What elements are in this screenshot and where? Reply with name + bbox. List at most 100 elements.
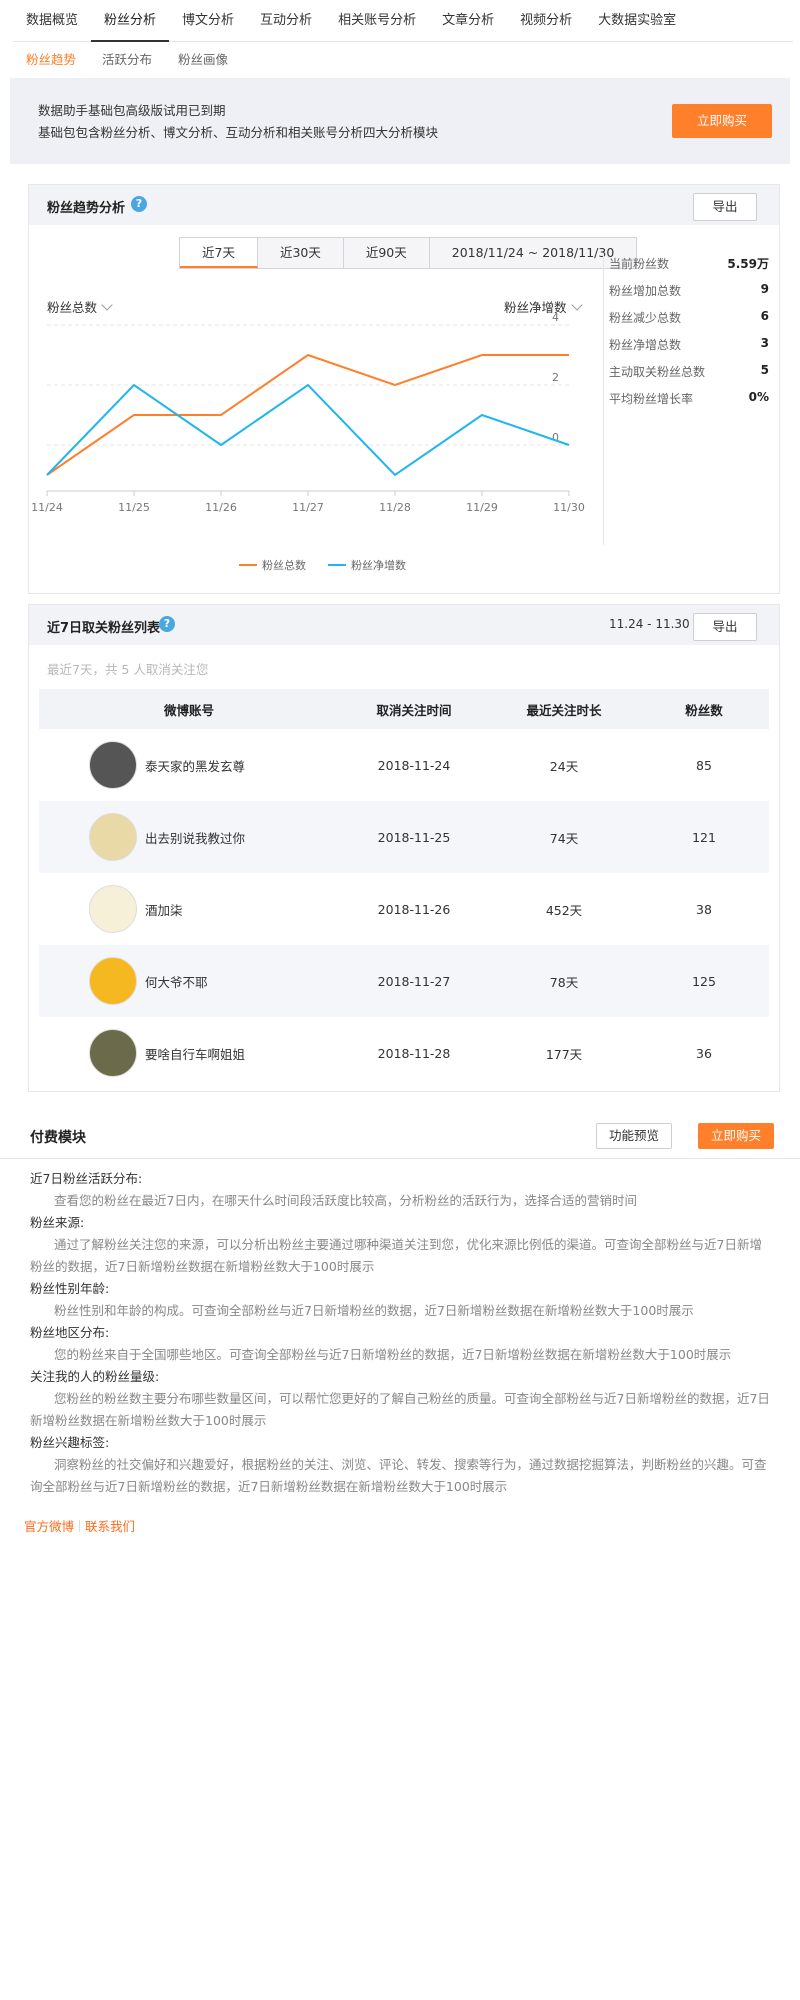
nav-tab[interactable]: 文章分析: [429, 0, 507, 42]
account-name[interactable]: 何大爷不耶: [145, 972, 208, 991]
feature-preview-button[interactable]: 功能预览: [596, 1123, 672, 1149]
official-weibo-link[interactable]: 官方微博: [24, 1516, 74, 1535]
paid-feature-desc: 您粉丝的粉丝数主要分布哪些数量区间，可以帮忙您更好的了解自己粉丝的质量。可查询全…: [30, 1391, 770, 1428]
series-line: [46, 383, 570, 477]
paid-feature-title: 粉丝性别年龄:: [30, 1281, 110, 1296]
follow-duration: 24天: [549, 758, 579, 774]
top-nav: 数据概览 粉丝分析 博文分析 互动分析 相关账号分析 文章分析 视频分析 大数据实验室: [13, 0, 793, 42]
fans-count: 121: [692, 829, 716, 845]
x-tick-label: 11/30: [553, 501, 585, 514]
nav-tab[interactable]: 大数据实验室: [585, 0, 689, 42]
unfollow-time: 2018-11-24: [377, 757, 451, 773]
avatar[interactable]: [89, 741, 137, 789]
nav-tab[interactable]: 数据概览: [13, 0, 91, 42]
x-tick-label: 11/25: [118, 501, 150, 514]
unfollow-table: 微博账号 取消关注时间 最近关注时长 粉丝数 泰天家的黑发玄尊 2018-11-2…: [39, 689, 769, 1089]
table-row: 出去别说我教过你 2018-11-25 74天 121: [39, 801, 769, 873]
account-cell: 出去别说我教过你: [39, 801, 339, 873]
account-cell: 何大爷不耶: [39, 945, 339, 1017]
stat-value: 0%: [748, 390, 769, 404]
stat-value: 9: [760, 282, 769, 296]
unfollow-list-panel: 近7日取关粉丝列表 ? 11.24 - 11.30 导出 最近7天，共 5 人取…: [28, 604, 780, 1092]
help-icon[interactable]: ?: [159, 616, 175, 632]
sub-nav: 粉丝趋势 活跃分布 粉丝画像: [13, 42, 793, 78]
sub-nav-tab[interactable]: 粉丝趋势: [13, 42, 89, 78]
nav-tab[interactable]: 视频分析: [507, 0, 585, 42]
table-body: 泰天家的黑发玄尊 2018-11-24 24天 85 出去别说我教过你 2018-11-2…: [39, 729, 769, 1089]
contact-us-link[interactable]: 联系我们: [85, 1516, 135, 1535]
account-name[interactable]: 出去别说我教过你: [145, 828, 245, 847]
account-name[interactable]: 酒加柒: [145, 900, 183, 919]
date-range-label: 11.24 - 11.30: [609, 617, 690, 631]
unfollow-note: 最近7天，共 5 人取消关注您: [47, 662, 209, 677]
paid-feature-desc: 粉丝性别和年龄的构成。可查询全部粉丝与近7日新增粉丝的数据，近7日新增粉丝数据在…: [54, 1303, 694, 1318]
stat-label: 平均粉丝增长率: [609, 392, 694, 406]
fans-trend-panel: 粉丝趋势分析 ? 导出 近7天 近30天 近90天 2018/11/24 ~ 2018…: [28, 184, 780, 594]
stat-row: 粉丝增加总数 9: [609, 282, 769, 309]
series-line: [46, 353, 569, 476]
y-tick-label: 2: [552, 371, 559, 384]
legend-label: 粉丝净增数: [351, 559, 406, 572]
paid-feature-title: 粉丝来源:: [30, 1215, 85, 1230]
table-row: 要啥自行车啊姐姐 2018-11-28 177天 36: [39, 1017, 769, 1089]
x-tick-label: 11/26: [205, 501, 237, 514]
paid-module-header: 付费模块 功能预览 立即购买: [0, 1113, 800, 1159]
follow-duration: 78天: [549, 974, 579, 990]
unfollow-time: 2018-11-27: [377, 973, 451, 989]
legend-swatch: [239, 564, 257, 566]
column-header-account: 微博账号: [163, 702, 214, 718]
sub-nav-tab[interactable]: 活跃分布: [89, 42, 165, 78]
divider: [603, 255, 604, 545]
fans-trend-line-chart: 11/24 11/25 11/26 11/27 11/28 11/29 11/30420: [31, 311, 585, 514]
follow-duration: 177天: [545, 1046, 583, 1062]
stat-label: 粉丝增加总数: [609, 284, 682, 298]
stats-summary: 当前粉丝数 5.59万 粉丝增加总数 9 粉丝减少总数 6 粉丝净增总数 3 主动取关粉丝总数 5…: [609, 255, 769, 417]
nav-tab[interactable]: 相关账号分析: [325, 0, 429, 42]
stat-row: 平均粉丝增长率 0%: [609, 390, 769, 417]
nav-tab[interactable]: 博文分析: [169, 0, 247, 42]
paid-module-title: 付费模块: [30, 1130, 86, 1146]
nav-tab[interactable]: 互动分析: [247, 0, 325, 42]
stat-value: 5.59万: [727, 257, 769, 271]
fans-count: 36: [696, 1045, 712, 1061]
panel-title: 近7日取关粉丝列表: [47, 621, 161, 636]
paid-feature-title: 近7日粉丝活跃分布:: [30, 1171, 143, 1186]
column-header-fans: 粉丝数: [685, 702, 723, 718]
paid-buy-now-button[interactable]: 立即购买: [698, 1123, 774, 1149]
legend-item[interactable]: 粉丝净增数: [328, 557, 406, 573]
avatar[interactable]: [89, 885, 137, 933]
stat-value: 3: [760, 336, 769, 350]
buy-now-button[interactable]: 立即购买: [672, 104, 772, 138]
sub-nav-tab[interactable]: 粉丝画像: [165, 42, 241, 78]
paid-feature-desc: 通过了解粉丝关注您的来源，可以分析出粉丝主要通过哪种渠道关注到您，优化来源比例低…: [30, 1237, 762, 1274]
table-row: 泰天家的黑发玄尊 2018-11-24 24天 85: [39, 729, 769, 801]
table-row: 何大爷不耶 2018-11-27 78天 125: [39, 945, 769, 1017]
export-button[interactable]: 导出: [693, 193, 757, 221]
account-cell: 泰天家的黑发玄尊: [39, 729, 339, 801]
follow-duration: 74天: [549, 830, 579, 846]
stat-label: 当前粉丝数: [609, 257, 670, 271]
x-tick-label: 11/29: [466, 501, 498, 514]
table-row: 酒加柒 2018-11-26 452天 38: [39, 873, 769, 945]
legend-item[interactable]: 粉丝总数: [239, 557, 306, 573]
fans-count: 125: [692, 973, 716, 989]
unfollow-time: 2018-11-26: [377, 901, 451, 917]
avatar[interactable]: [89, 813, 137, 861]
paid-feature-desc: 您的粉丝来自于全国哪些地区。可查询全部粉丝与近7日新增粉丝的数据，近7日新增粉丝…: [54, 1347, 732, 1362]
avatar[interactable]: [89, 1029, 137, 1077]
nav-tab[interactable]: 粉丝分析: [91, 0, 170, 42]
fans-count: 85: [696, 757, 712, 773]
table-header: 微博账号 取消关注时间 最近关注时长 粉丝数: [39, 689, 769, 729]
link-divider: [79, 1519, 81, 1532]
account-name[interactable]: 要啥自行车啊姐姐: [145, 1044, 245, 1063]
legend-label: 粉丝总数: [262, 559, 306, 572]
paid-feature-title: 粉丝地区分布:: [30, 1325, 110, 1340]
account-name[interactable]: 泰天家的黑发玄尊: [145, 756, 245, 775]
export-button[interactable]: 导出: [693, 613, 757, 641]
account-cell: 要啥自行车啊姐姐: [39, 1017, 339, 1089]
follow-duration: 452天: [545, 902, 583, 918]
stat-label: 粉丝净增总数: [609, 338, 682, 352]
paid-feature-desc: 洞察粉丝的社交偏好和兴趣爱好，根据粉丝的关注、浏览、评论、转发、搜索等行为，通过…: [30, 1457, 767, 1494]
avatar[interactable]: [89, 957, 137, 1005]
paid-module-description: 近7日粉丝活跃分布: 查看您的粉丝在最近7日内，在哪天什么时间段活跃度比较高，分析…: [30, 1168, 770, 1498]
